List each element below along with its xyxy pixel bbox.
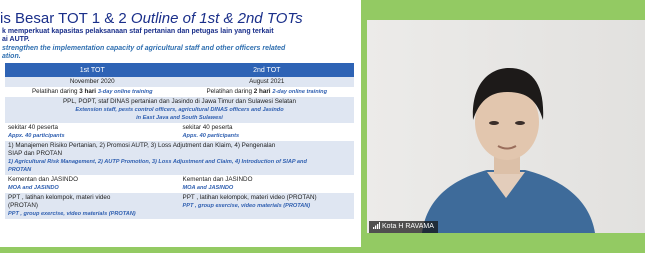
table-row-methods: PPT , latihan kelompok, materi video (PR… — [5, 193, 354, 219]
training-text: Pelatihan daring — [206, 88, 254, 95]
participants-english: Extension staff, pests control officers,… — [75, 107, 284, 113]
cell-count-2nd: sekitar 40 peserta Appx. 40 participants — [179, 123, 354, 141]
count-text: sekitar 40 peserta — [8, 124, 59, 131]
methods-text: (PROTAN) — [8, 202, 38, 209]
participant-video-tile[interactable]: Kota H RAVAMA — [367, 20, 645, 233]
training-days: 2 hari — [253, 88, 271, 95]
table-row-topics: 1) Manajemen Risiko Pertanian, 2) Promos… — [5, 141, 354, 175]
table-row-lecturers: Kementan dan JASINDO MOA and JASINDO Kem… — [5, 175, 354, 193]
lecturers-english: MOA and JASINDO — [8, 185, 59, 191]
cell-count-1st: sekitar 40 peserta Appx. 40 participants — [5, 123, 180, 141]
lecturers-english: MOA and JASINDO — [182, 185, 234, 191]
slide-title-english: Outline of 1st & 2nd TOTs — [130, 10, 303, 27]
participants-english: in East Java and South Sulawesi — [136, 115, 223, 121]
objective-en-line: ation. — [2, 53, 21, 60]
tot-outline-table: 1st TOT 2nd TOT November 2020 August 202… — [5, 63, 354, 219]
cell-participants: PPL, POPT, staf DINAS pertanian dan Jasi… — [5, 97, 354, 123]
cell-lecturers-1st: Kementan dan JASINDO MOA and JASINDO — [5, 175, 180, 193]
cell-methods-1st: PPT , latihan kelompok, materi video (PR… — [5, 193, 180, 219]
methods-text: PPT , latihan kelompok, materi video (PR… — [182, 194, 317, 201]
cell-training-2nd: Pelatihan daring 2 hari 2-day online tra… — [179, 87, 354, 97]
objective-indonesian: k memperkuat kapasitas pelaksanaan staf … — [2, 28, 357, 44]
topics-english: PROTAN — [8, 167, 32, 173]
methods-english: PPT , group exercise, video materials (P… — [8, 211, 136, 217]
methods-english: PPT , group exercise, video materials (P… — [182, 203, 311, 209]
signal-bars-icon — [373, 222, 380, 229]
table-row-training: Pelatihan daring 3 hari 3-day online tra… — [5, 87, 354, 97]
shared-screen-slide: is Besar TOT 1 & 2 Outline of 1st & 2nd … — [0, 0, 361, 247]
topics-text: SIAP dan PROTAN — [8, 150, 63, 157]
participant-silhouette — [422, 68, 595, 233]
methods-text: PPT , latihan kelompok, materi video — [8, 194, 111, 201]
table-row-dates: November 2020 August 2021 — [5, 77, 354, 87]
cell-lecturers-2nd: Kementan dan JASINDO MOA and JASINDO — [179, 175, 354, 193]
table-row-participants: PPL, POPT, staf DINAS pertanian dan Jasi… — [5, 97, 354, 123]
objective-id-line: ai AUTP. — [2, 36, 30, 43]
table-row-count: sekitar 40 peserta Appx. 40 participants… — [5, 123, 354, 141]
topics-english: 1) Agricultural Risk Management, 2) AUTP… — [8, 159, 307, 165]
cell-methods-2nd: PPT , latihan kelompok, materi video (PR… — [179, 193, 354, 219]
objective-english: strengthen the implementation capacity o… — [2, 45, 357, 61]
topics-text: 1) Manajemen Risiko Pertanian, 2) Promos… — [8, 142, 276, 149]
count-text: sekitar 40 peserta — [182, 124, 233, 131]
cell-date-2nd: August 2021 — [179, 77, 354, 87]
training-days: 3 hari — [79, 88, 97, 95]
participant-name: Kota H RAVAMA — [382, 223, 434, 230]
count-english: Appx. 40 participants — [8, 133, 65, 139]
table-header-row: 1st TOT 2nd TOT — [5, 63, 354, 77]
training-text: Pelatihan daring — [31, 88, 80, 95]
participant-name-tag: Kota H RAVAMA — [369, 221, 438, 233]
column-header-2nd-tot: 2nd TOT — [179, 63, 354, 77]
cell-date-1st: November 2020 — [5, 77, 180, 87]
training-english: 3-day online training — [97, 89, 153, 95]
slide-title-main: is Besar TOT 1 & 2 — [0, 10, 127, 27]
training-english: 2-day online training — [272, 89, 328, 95]
lecturers-text: Kementan dan JASINDO — [8, 176, 79, 183]
cell-topics: 1) Manajemen Risiko Pertanian, 2) Promos… — [5, 141, 354, 175]
count-english: Appx. 40 participants — [182, 133, 240, 139]
column-header-1st-tot: 1st TOT — [5, 63, 180, 77]
lecturers-text: Kementan dan JASINDO — [182, 176, 253, 183]
slide-title: is Besar TOT 1 & 2 Outline of 1st & 2nd … — [0, 10, 303, 27]
objective-en-line: strengthen the implementation capacity o… — [2, 45, 286, 52]
objective-id-line: k memperkuat kapasitas pelaksanaan staf … — [2, 28, 274, 35]
participants-text: PPL, POPT, staf DINAS pertanian dan Jasi… — [62, 98, 297, 105]
cell-training-1st: Pelatihan daring 3 hari 3-day online tra… — [5, 87, 180, 97]
